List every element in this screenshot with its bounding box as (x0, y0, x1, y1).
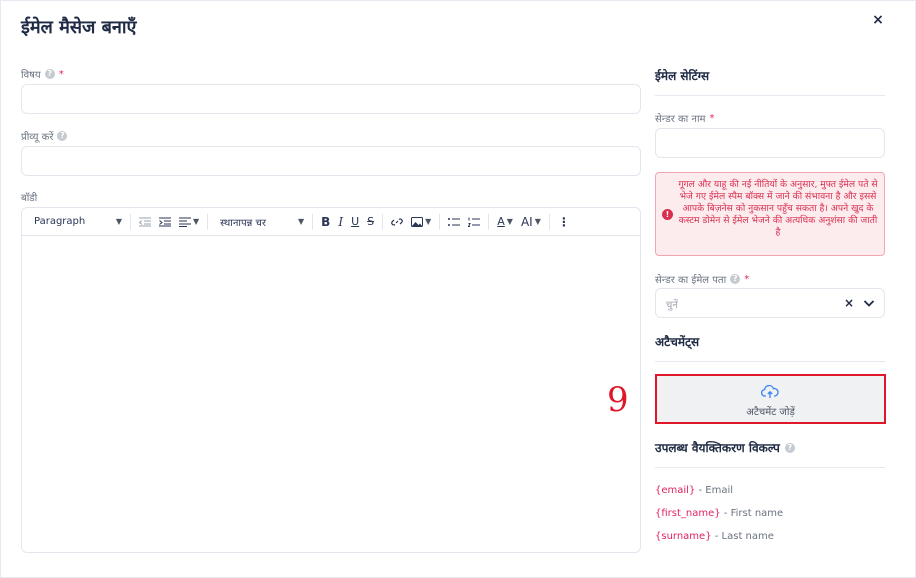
warning-text: गूगल और याहू की नई नीतियों के अनुसार, मु… (678, 179, 878, 238)
chevron-down-icon: ▼ (115, 217, 122, 226)
modal-title: ईमेल मैसेज बनाएँ (21, 17, 137, 38)
cloud-upload-icon (761, 385, 779, 398)
chevron-down-icon: ▼ (425, 217, 432, 226)
chevron-down-icon: ▼ (534, 217, 541, 226)
help-icon[interactable]: ? (784, 442, 795, 453)
sender-name-label-group: सेन्डर का नाम * (655, 111, 715, 126)
alert-icon: ! (662, 209, 673, 220)
underline-button[interactable]: U (347, 212, 363, 232)
font-color-select[interactable]: A ▼ (493, 212, 517, 232)
toolbar-divider (439, 213, 441, 230)
personalization-variable[interactable]: {first_name} - First name (655, 508, 783, 519)
rich-text-editor: Paragraph ▼ ▼ स्थानापन्न चर ▼ B I U S ▼ … (21, 207, 641, 553)
image-icon (411, 216, 424, 227)
more-options-button[interactable]: ⋮ (554, 212, 574, 232)
placeholder-variable-value: स्थानापन्न चर (220, 217, 266, 229)
image-select[interactable]: ▼ (407, 212, 435, 232)
personalization-title: उपलब्ध वैयक्तिकरण विकल्प (655, 441, 780, 455)
toolbar-divider (207, 213, 209, 230)
toolbar-divider (382, 213, 384, 230)
indent-icon (159, 217, 171, 226)
add-attachment-label: अटैचमेंट जोड़ें (746, 407, 795, 418)
chevron-down-icon: ▼ (298, 217, 305, 226)
bold-button[interactable]: B (317, 212, 334, 232)
editor-toolbar: Paragraph ▼ ▼ स्थानापन्न चर ▼ B I U S ▼ … (22, 208, 640, 236)
section-divider (655, 361, 885, 362)
more-vertical-icon: ⋮ (557, 214, 570, 229)
subject-input[interactable] (21, 84, 641, 114)
required-mark: * (709, 112, 715, 124)
align-left-icon (179, 217, 191, 227)
toolbar-divider (312, 213, 314, 230)
editor-content-area[interactable] (22, 236, 640, 552)
variable-tag: {surname} (655, 531, 712, 542)
close-button[interactable]: × (869, 11, 887, 29)
personalization-variable[interactable]: {email} - Email (655, 485, 733, 496)
compose-email-modal: ईमेल मैसेज बनाएँ × विषय ? * प्रीव्यू करे… (0, 0, 916, 578)
bullet-list-button[interactable] (444, 212, 464, 232)
numbered-list-button[interactable] (464, 212, 484, 232)
sender-email-select[interactable]: चुनें × (655, 288, 885, 318)
indent-button[interactable] (155, 212, 175, 232)
preview-input[interactable] (21, 146, 641, 176)
section-divider (655, 467, 885, 468)
subject-label-group: विषय ? * (21, 67, 64, 82)
align-select[interactable]: ▼ (175, 212, 203, 232)
bullet-list-icon (448, 217, 461, 226)
chevron-down-icon[interactable] (862, 296, 876, 310)
close-icon: × (872, 12, 884, 28)
help-icon[interactable]: ? (730, 274, 741, 284)
strikethrough-button[interactable]: S (363, 212, 378, 232)
required-mark: * (58, 68, 64, 80)
step-number-annotation: 9 (607, 380, 629, 420)
outdent-button[interactable] (135, 212, 155, 232)
variable-description: - Email (695, 485, 734, 496)
ai-assist-label: AI (520, 214, 533, 229)
toolbar-divider (548, 213, 550, 230)
section-divider (655, 95, 885, 96)
body-label: बॉडी (21, 193, 38, 204)
toolbar-divider (130, 213, 131, 230)
paragraph-style-select[interactable]: Paragraph ▼ (30, 212, 126, 232)
required-mark: * (744, 273, 750, 285)
placeholder-variable-select[interactable]: स्थानापन्न चर ▼ (216, 212, 308, 232)
preview-label-group: प्रीव्यू करें ? (21, 129, 68, 143)
sender-name-label: सेन्डर का नाम (655, 114, 706, 125)
help-icon[interactable]: ? (57, 131, 68, 141)
font-color-icon: A (497, 215, 505, 228)
personalization-variable[interactable]: {surname} - Last name (655, 531, 774, 542)
variable-description: - Last name (711, 531, 774, 542)
subject-label: विषय (21, 70, 41, 81)
ai-assist-select[interactable]: AI ▼ (517, 212, 545, 232)
body-label-group: बॉडी (21, 190, 37, 204)
add-attachment-button[interactable]: अटैचमेंट जोड़ें (655, 374, 886, 424)
variable-tag: {email} (655, 485, 696, 496)
link-button[interactable] (387, 212, 407, 232)
free-email-warning: ! गूगल और याहू की नई नीतियों के अनुसार, … (655, 172, 885, 256)
clear-icon[interactable]: × (844, 296, 854, 310)
sender-email-label: सेन्डर का ईमेल पता (655, 275, 727, 286)
email-settings-title: ईमेल सेटिंग्स (655, 69, 710, 83)
numbered-list-icon (468, 217, 481, 227)
sender-email-placeholder: चुनें (666, 300, 678, 311)
sender-email-label-group: सेन्डर का ईमेल पता ? * (655, 272, 750, 287)
variable-tag: {first_name} (655, 508, 721, 519)
personalization-title-group: उपलब्ध वैयक्तिकरण विकल्प ? (655, 439, 795, 456)
chevron-down-icon: ▼ (193, 217, 200, 226)
help-icon[interactable]: ? (44, 69, 55, 79)
variable-description: - First name (720, 508, 784, 519)
preview-label: प्रीव्यू करें (21, 132, 54, 143)
paragraph-style-value: Paragraph (34, 216, 86, 227)
sender-name-input[interactable] (655, 128, 885, 158)
outdent-icon (139, 217, 151, 226)
attachments-title: अटैचमेंट्स (655, 335, 700, 349)
italic-button[interactable]: I (334, 212, 347, 232)
link-icon (391, 218, 403, 225)
toolbar-divider (488, 213, 490, 230)
chevron-down-icon: ▼ (506, 217, 513, 226)
